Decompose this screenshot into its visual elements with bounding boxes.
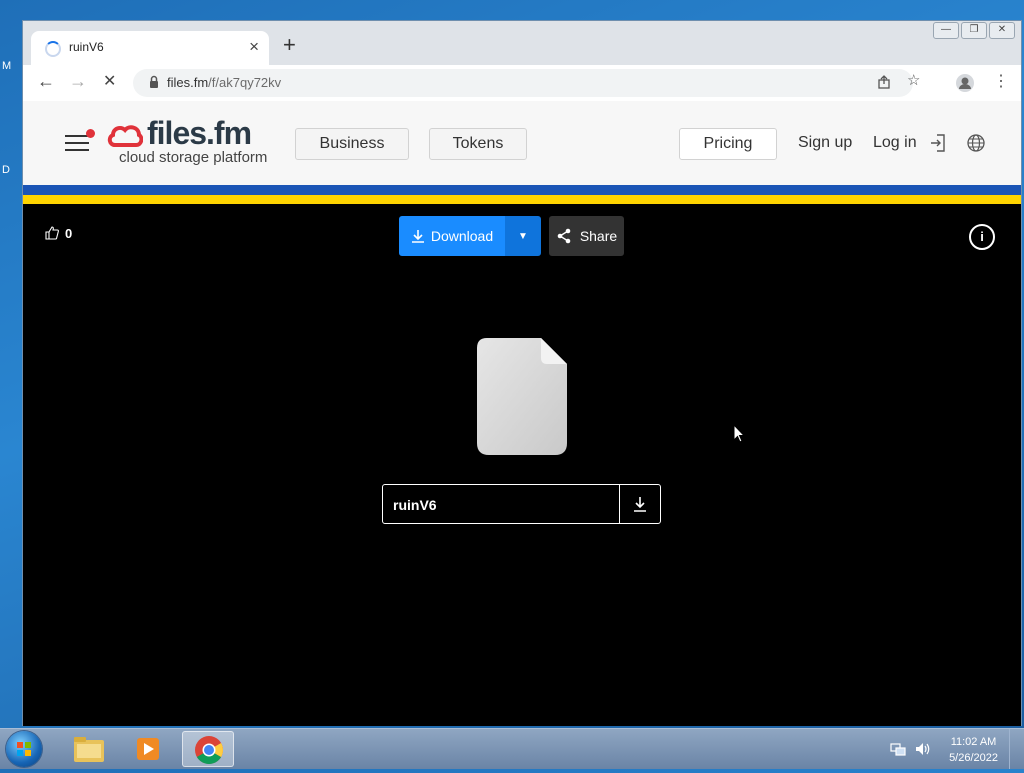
download-icon bbox=[411, 230, 424, 243]
share-label: Share bbox=[579, 228, 618, 244]
minimize-button[interactable]: — bbox=[933, 22, 959, 39]
taskbar-explorer[interactable] bbox=[62, 731, 114, 767]
network-icon[interactable] bbox=[890, 741, 906, 757]
download-options-dropdown[interactable]: ▼ bbox=[505, 216, 541, 256]
login-icon[interactable] bbox=[929, 133, 947, 153]
hamburger-menu-icon[interactable] bbox=[65, 129, 95, 156]
like-count: 0 bbox=[65, 226, 73, 241]
business-button[interactable]: Business bbox=[295, 128, 409, 160]
site-header: files.fm cloud storage platform Business… bbox=[23, 101, 1021, 185]
logo-tagline: cloud storage platform bbox=[119, 149, 268, 166]
close-window-button[interactable]: ✕ bbox=[989, 22, 1015, 39]
like-button[interactable]: 0 bbox=[45, 226, 72, 241]
url-text: files.fm/f/ak7qy72kv bbox=[167, 75, 281, 90]
logo-name[interactable]: files.fm bbox=[147, 115, 252, 152]
restore-button[interactable]: ❐ bbox=[961, 22, 987, 39]
share-page-icon[interactable] bbox=[877, 75, 891, 89]
mouse-cursor-icon bbox=[733, 424, 745, 443]
taskbar: 11:02 AM 5/26/2022 bbox=[0, 728, 1024, 769]
file-download-button[interactable] bbox=[619, 485, 660, 523]
taskbar-media-player[interactable] bbox=[122, 731, 174, 767]
signup-link[interactable]: Sign up bbox=[798, 134, 852, 152]
file-type-icon bbox=[477, 338, 567, 455]
folder-icon bbox=[74, 737, 104, 762]
browser-tab-strip: ruinV6 × + — ❐ ✕ bbox=[23, 21, 1021, 65]
notification-dot bbox=[86, 129, 95, 138]
address-bar[interactable]: files.fm/f/ak7qy72kv ☆ bbox=[133, 69, 920, 97]
tab-title: ruinV6 bbox=[69, 40, 104, 54]
media-player-icon bbox=[137, 738, 159, 760]
file-name-bar: ruinV6 bbox=[382, 484, 661, 524]
url-path: /f/ak7qy72kv bbox=[208, 75, 282, 90]
tokens-button[interactable]: Tokens bbox=[429, 128, 527, 160]
browser-tab[interactable]: ruinV6 × bbox=[31, 31, 269, 65]
chrome-icon bbox=[195, 736, 223, 764]
login-link[interactable]: Log in bbox=[873, 134, 917, 152]
back-button[interactable]: ← bbox=[37, 71, 55, 92]
clock-date: 5/26/2022 bbox=[949, 752, 998, 764]
files-fm-logo-icon[interactable] bbox=[107, 123, 143, 149]
pricing-button[interactable]: Pricing bbox=[679, 128, 777, 160]
show-desktop-button[interactable] bbox=[1009, 729, 1024, 769]
taskbar-chrome[interactable] bbox=[182, 731, 234, 767]
tab-close-icon[interactable]: × bbox=[249, 37, 259, 57]
download-icon bbox=[634, 497, 646, 512]
download-button[interactable]: Download bbox=[399, 216, 505, 256]
desktop-left-strip: M D bbox=[0, 0, 22, 730]
desktop-icon-label: D bbox=[2, 164, 10, 176]
flag-stripe-blue bbox=[23, 185, 1021, 195]
window-controls: — ❐ ✕ bbox=[933, 22, 1015, 39]
windows-logo-icon bbox=[17, 742, 31, 756]
stop-loading-button[interactable]: ✕ bbox=[103, 71, 116, 91]
file-name: ruinV6 bbox=[393, 497, 437, 513]
system-clock[interactable]: 11:02 AM 5/26/2022 bbox=[949, 734, 998, 766]
flag-stripe-yellow bbox=[23, 195, 1021, 204]
url-host: files.fm bbox=[167, 75, 209, 90]
clock-time: 11:02 AM bbox=[950, 736, 997, 748]
bookmark-star-icon[interactable]: ☆ bbox=[907, 71, 920, 89]
info-icon[interactable]: i bbox=[969, 224, 995, 250]
browser-window: ruinV6 × + — ❐ ✕ ← → ✕ files.fm/f/ak7qy7… bbox=[22, 20, 1022, 726]
share-button[interactable]: Share bbox=[549, 216, 624, 256]
profile-avatar-icon[interactable] bbox=[955, 73, 975, 93]
forward-button[interactable]: → bbox=[69, 71, 87, 92]
desktop-icon-label: M bbox=[2, 60, 12, 72]
start-button[interactable] bbox=[6, 731, 42, 767]
download-label: Download bbox=[430, 228, 494, 244]
browser-menu-icon[interactable]: ⋮ bbox=[993, 71, 1009, 91]
browser-toolbar: ← → ✕ files.fm/f/ak7qy72kv ☆ ⋮ bbox=[23, 65, 1021, 102]
language-globe-icon[interactable] bbox=[967, 134, 985, 152]
file-viewer: 0 Download ▼ Share i ruinV6 bbox=[23, 204, 1021, 726]
thumbs-up-icon bbox=[45, 226, 59, 240]
new-tab-button[interactable]: + bbox=[283, 34, 296, 56]
download-button-group: Download ▼ bbox=[399, 216, 541, 256]
lock-icon[interactable] bbox=[147, 75, 161, 89]
share-icon bbox=[557, 228, 571, 244]
caret-down-icon: ▼ bbox=[518, 230, 528, 242]
volume-icon[interactable] bbox=[914, 741, 932, 757]
loading-spinner-icon bbox=[45, 41, 61, 57]
